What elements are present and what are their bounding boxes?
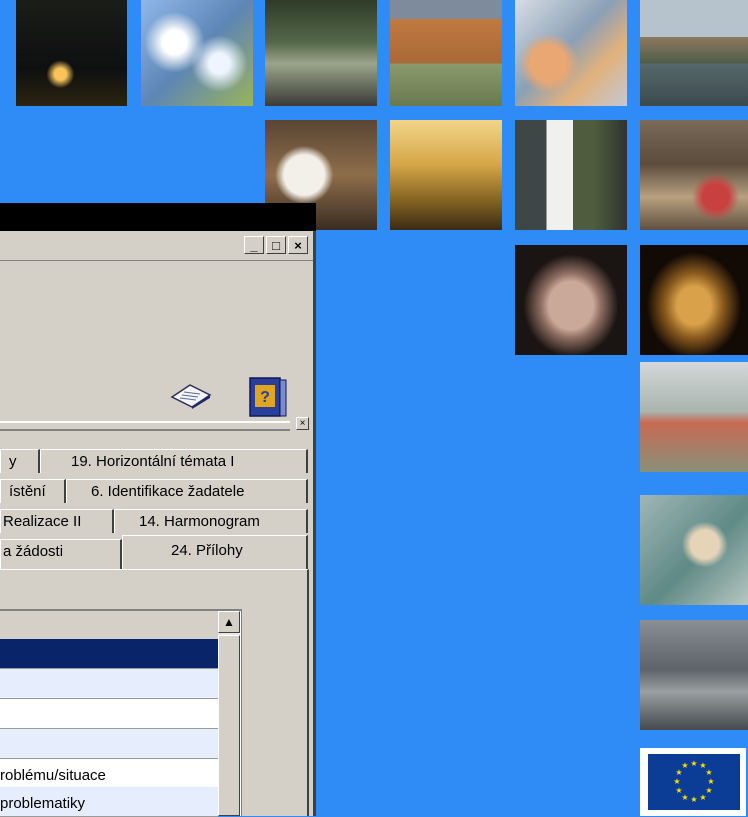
svg-text:★: ★ [705,768,712,777]
svg-text:★: ★ [673,777,680,786]
svg-text:★: ★ [681,761,688,770]
svg-text:★: ★ [690,795,697,804]
caption-bar: _ □ × [0,231,313,261]
table-row[interactable] [0,669,218,699]
table-row[interactable] [0,639,218,669]
inner-close-button[interactable]: × [296,417,309,430]
photo-river-castle [640,0,748,106]
close-button[interactable]: × [288,236,308,254]
table-row[interactable]: roblému/situace [0,759,218,789]
svg-text:★: ★ [707,777,714,786]
svg-text:★: ★ [699,793,706,802]
photo-park-stroller [265,0,377,106]
svg-text:★: ★ [675,786,682,795]
tab-realizace-ii[interactable]: Realizace II [0,509,114,533]
photo-coin-stacks [515,245,627,355]
photo-construction-workers [640,362,748,472]
window-body: _ □ × ? × y 19. Horizontální témata I ís… [0,231,316,817]
tab-zadosti[interactable]: a žádosti [0,539,122,569]
photo-powder-tower [640,245,748,355]
table-row[interactable] [0,699,218,729]
photo-prague-castle-night [16,0,127,106]
photo-flipchart-presentation [515,120,627,230]
photo-castle-sunset [390,120,502,230]
eu-flag-icon: ★ ★ ★ ★ ★ ★ ★ ★ ★ ★ ★ ★ [648,754,740,810]
photo-tourists-statues [640,120,748,230]
attachments-grid[interactable]: roblému/situace problematiky ▲ [0,609,242,817]
tab-row1-partial[interactable]: y [0,449,40,473]
svg-text:?: ? [260,389,270,406]
inner-titlebar: × [0,417,313,431]
application-window: _ □ × ? × y 19. Horizontální témata I ís… [0,203,316,817]
maximize-button[interactable]: □ [266,236,286,254]
scroll-thumb[interactable] [218,635,240,816]
table-row[interactable]: problematiky [0,787,218,817]
scroll-up-arrow-icon[interactable]: ▲ [218,611,240,633]
window-titlebar [0,203,316,231]
document-paper-icon[interactable] [170,383,212,409]
photo-building-street [390,0,502,106]
tab-horizontalni-temata[interactable]: 19. Horizontální témata I [40,449,308,473]
photo-blossom-branch [141,0,253,106]
photo-dentist [640,495,748,605]
tab-prilohy[interactable]: 24. Přílohy [122,535,308,569]
tab-identifikace-zadatele[interactable]: 6. Identifikace žadatele [66,479,308,503]
grid-vertical-scrollbar[interactable]: ▲ [218,611,240,816]
svg-text:★: ★ [690,759,697,768]
minimize-button[interactable]: _ [244,236,264,254]
tab-harmonogram[interactable]: 14. Harmonogram [114,509,308,533]
eu-logo: ★ ★ ★ ★ ★ ★ ★ ★ ★ ★ ★ ★ [640,748,746,816]
photo-computer-class [515,0,627,106]
table-row[interactable] [0,729,218,759]
help-book-icon[interactable]: ? [246,375,290,419]
tab-row2-partial[interactable]: ístění [0,479,66,503]
toolbar-area: ? [0,261,313,417]
grid-header [0,611,218,640]
photo-wheelchair-street [640,620,748,730]
